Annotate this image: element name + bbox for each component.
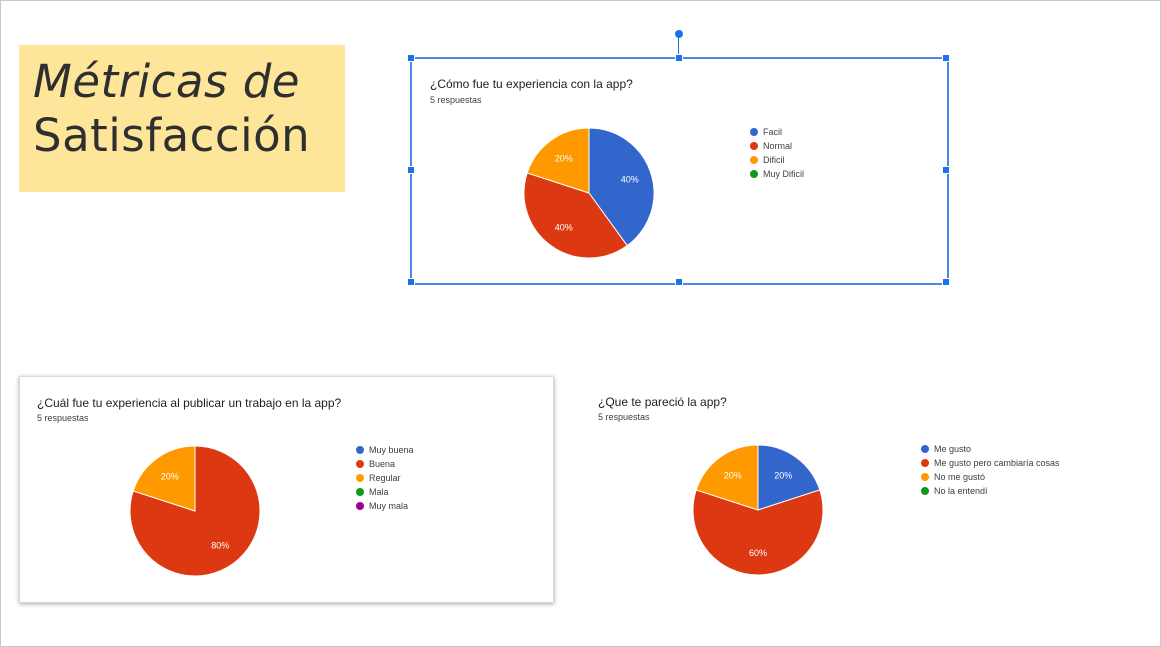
legend-label: Normal	[763, 141, 793, 151]
chart-card-opinion[interactable]: ¿Que te pareció la app? 5 respuestas 20%…	[581, 376, 1121, 601]
legend-item-muy-buena: Muy buena	[356, 443, 414, 457]
legend-label: No la entendí	[934, 486, 988, 496]
legend-item-regular: Regular	[356, 471, 414, 485]
slice-value-label: 20%	[724, 470, 742, 480]
chart-title: ¿Cómo fue tu experiencia con la app?	[430, 77, 633, 91]
slice-value-label: 20%	[774, 470, 792, 480]
slice-value-label: 40%	[621, 175, 639, 185]
legend-color-swatch	[356, 460, 364, 468]
legend-item-no-la-entendi: No la entendí	[921, 484, 1060, 498]
resize-handle-bottom-left[interactable]	[407, 278, 415, 286]
legend-color-swatch	[356, 502, 364, 510]
legend-label: Buena	[369, 459, 396, 469]
legend-label: Me gusto	[934, 444, 972, 454]
legend-item-dificil: Dificil	[750, 153, 804, 167]
legend-color-swatch	[921, 473, 929, 481]
rotate-handle[interactable]	[675, 30, 683, 38]
chart-card-publish[interactable]: ¿Cuál fue tu experiencia al publicar un …	[19, 376, 554, 603]
chart-subtitle: 5 respuestas	[430, 95, 482, 105]
legend-color-swatch	[750, 142, 758, 150]
legend-item-no-me-gusto: No me gustó	[921, 470, 1060, 484]
chart-legend: Me gusto Me gusto pero cambiaría cosas No …	[921, 442, 1060, 498]
legend-color-swatch	[921, 487, 929, 495]
slide-title-line1: Métricas de	[33, 55, 300, 108]
legend-label: Muy Dificil	[763, 169, 805, 179]
legend-label: Facil	[763, 127, 783, 137]
legend-label: Muy mala	[369, 501, 409, 511]
pie-chart-publish: 80% 20%	[129, 445, 261, 577]
legend-color-swatch	[750, 156, 758, 164]
legend-item-muy-mala: Muy mala	[356, 499, 414, 513]
pie-chart-opinion: 20% 60% 20%	[692, 444, 824, 576]
resize-handle-bottom-right[interactable]	[942, 278, 950, 286]
chart-subtitle: 5 respuestas	[37, 413, 89, 423]
chart-legend: Muy buena Buena Regular Mala Muy mala	[356, 443, 414, 513]
legend-label: No me gustó	[934, 472, 986, 482]
legend-label: Me gusto pero cambiaría cosas	[934, 458, 1060, 468]
legend-color-swatch	[356, 488, 364, 496]
resize-handle-top-right[interactable]	[942, 54, 950, 62]
chart-subtitle: 5 respuestas	[598, 412, 650, 422]
legend-color-swatch	[921, 459, 929, 467]
legend-item-muy-dificil: Muy Dificil	[750, 167, 804, 181]
legend-label: Mala	[369, 487, 389, 497]
legend-item-me-gusto: Me gusto	[921, 442, 1060, 456]
legend-item-facil: Facil	[750, 125, 804, 139]
resize-handle-left[interactable]	[407, 166, 415, 174]
chart-card-experience[interactable]: ¿Cómo fue tu experiencia con la app? 5 r…	[411, 58, 948, 284]
slide-canvas: Métricas de Satisfacción ¿Cómo fue tu ex…	[0, 0, 1161, 647]
slide-title-line2: Satisfacción	[33, 109, 311, 162]
legend-color-swatch	[921, 445, 929, 453]
legend-item-buena: Buena	[356, 457, 414, 471]
resize-handle-top[interactable]	[675, 54, 683, 62]
chart-legend: Facil Normal Dificil Muy Dificil	[750, 125, 804, 181]
legend-color-swatch	[356, 446, 364, 454]
slice-value-label: 20%	[161, 471, 179, 481]
legend-color-swatch	[750, 128, 758, 136]
legend-color-swatch	[356, 474, 364, 482]
legend-label: Muy buena	[369, 445, 414, 455]
legend-label: Dificil	[763, 155, 785, 165]
pie-chart-experience: 40% 40% 20%	[523, 127, 655, 259]
chart-title: ¿Que te pareció la app?	[598, 395, 727, 409]
slice-value-label: 60%	[749, 548, 767, 558]
resize-handle-bottom[interactable]	[675, 278, 683, 286]
legend-color-swatch	[750, 170, 758, 178]
slice-value-label: 80%	[211, 541, 229, 551]
legend-item-me-gusto-pero-cambiaria-cosas: Me gusto pero cambiaría cosas	[921, 456, 1060, 470]
resize-handle-right[interactable]	[942, 166, 950, 174]
resize-handle-top-left[interactable]	[407, 54, 415, 62]
title-box[interactable]: Métricas de Satisfacción	[19, 45, 345, 192]
chart-title: ¿Cuál fue tu experiencia al publicar un …	[37, 396, 342, 410]
legend-item-normal: Normal	[750, 139, 804, 153]
legend-label: Regular	[369, 473, 401, 483]
legend-item-mala: Mala	[356, 485, 414, 499]
slice-value-label: 40%	[555, 223, 573, 233]
slice-value-label: 20%	[555, 153, 573, 163]
